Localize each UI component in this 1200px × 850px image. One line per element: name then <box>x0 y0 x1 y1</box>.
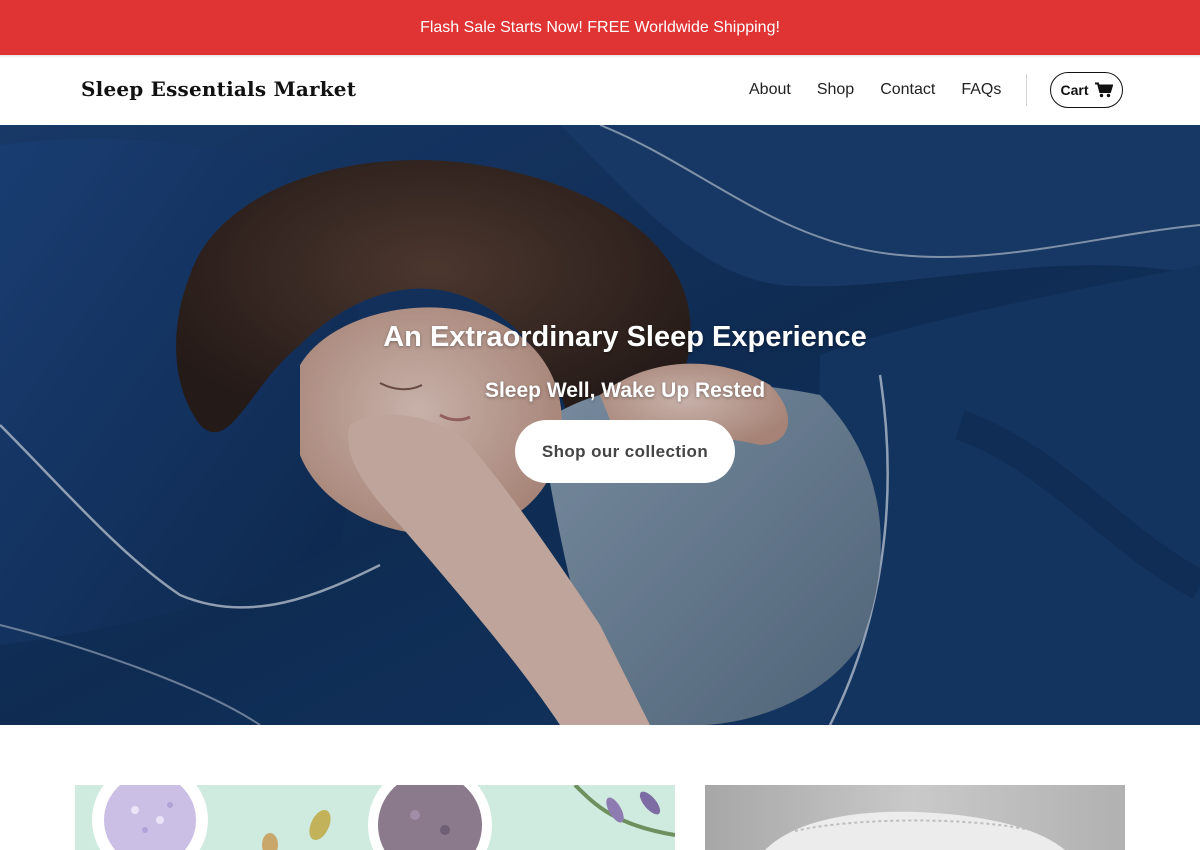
collection-image-lavender <box>75 785 675 850</box>
cart-label: Cart <box>1060 82 1089 98</box>
shop-collection-button[interactable]: Shop our collection <box>515 420 735 483</box>
collection-card-lavender[interactable] <box>75 785 675 850</box>
cart-button[interactable]: Cart <box>1050 72 1123 108</box>
nav-faqs[interactable]: FAQs <box>961 80 1001 100</box>
nav-shop[interactable]: Shop <box>817 80 854 100</box>
hero-banner: An Extraordinary Sleep Experience Sleep … <box>0 125 1200 725</box>
main-nav: About Shop Contact FAQs <box>749 80 1027 100</box>
nav-divider <box>1026 74 1027 106</box>
nav-contact[interactable]: Contact <box>880 80 935 100</box>
site-logo[interactable]: Sleep Essentials Market <box>81 77 356 101</box>
collection-image-pillow <box>705 785 1125 850</box>
collection-card-pillow[interactable] <box>705 785 1125 850</box>
shopping-cart-icon <box>1094 82 1113 98</box>
hero-title: An Extraordinary Sleep Experience <box>383 321 867 353</box>
announcement-text: Flash Sale Starts Now! FREE Worldwide Sh… <box>420 18 780 36</box>
hero-subtitle: Sleep Well, Wake Up Rested <box>484 379 766 402</box>
nav-about[interactable]: About <box>749 80 791 100</box>
announcement-bar: Flash Sale Starts Now! FREE Worldwide Sh… <box>0 0 1200 55</box>
site-header: Sleep Essentials Market About Shop Conta… <box>0 58 1200 125</box>
